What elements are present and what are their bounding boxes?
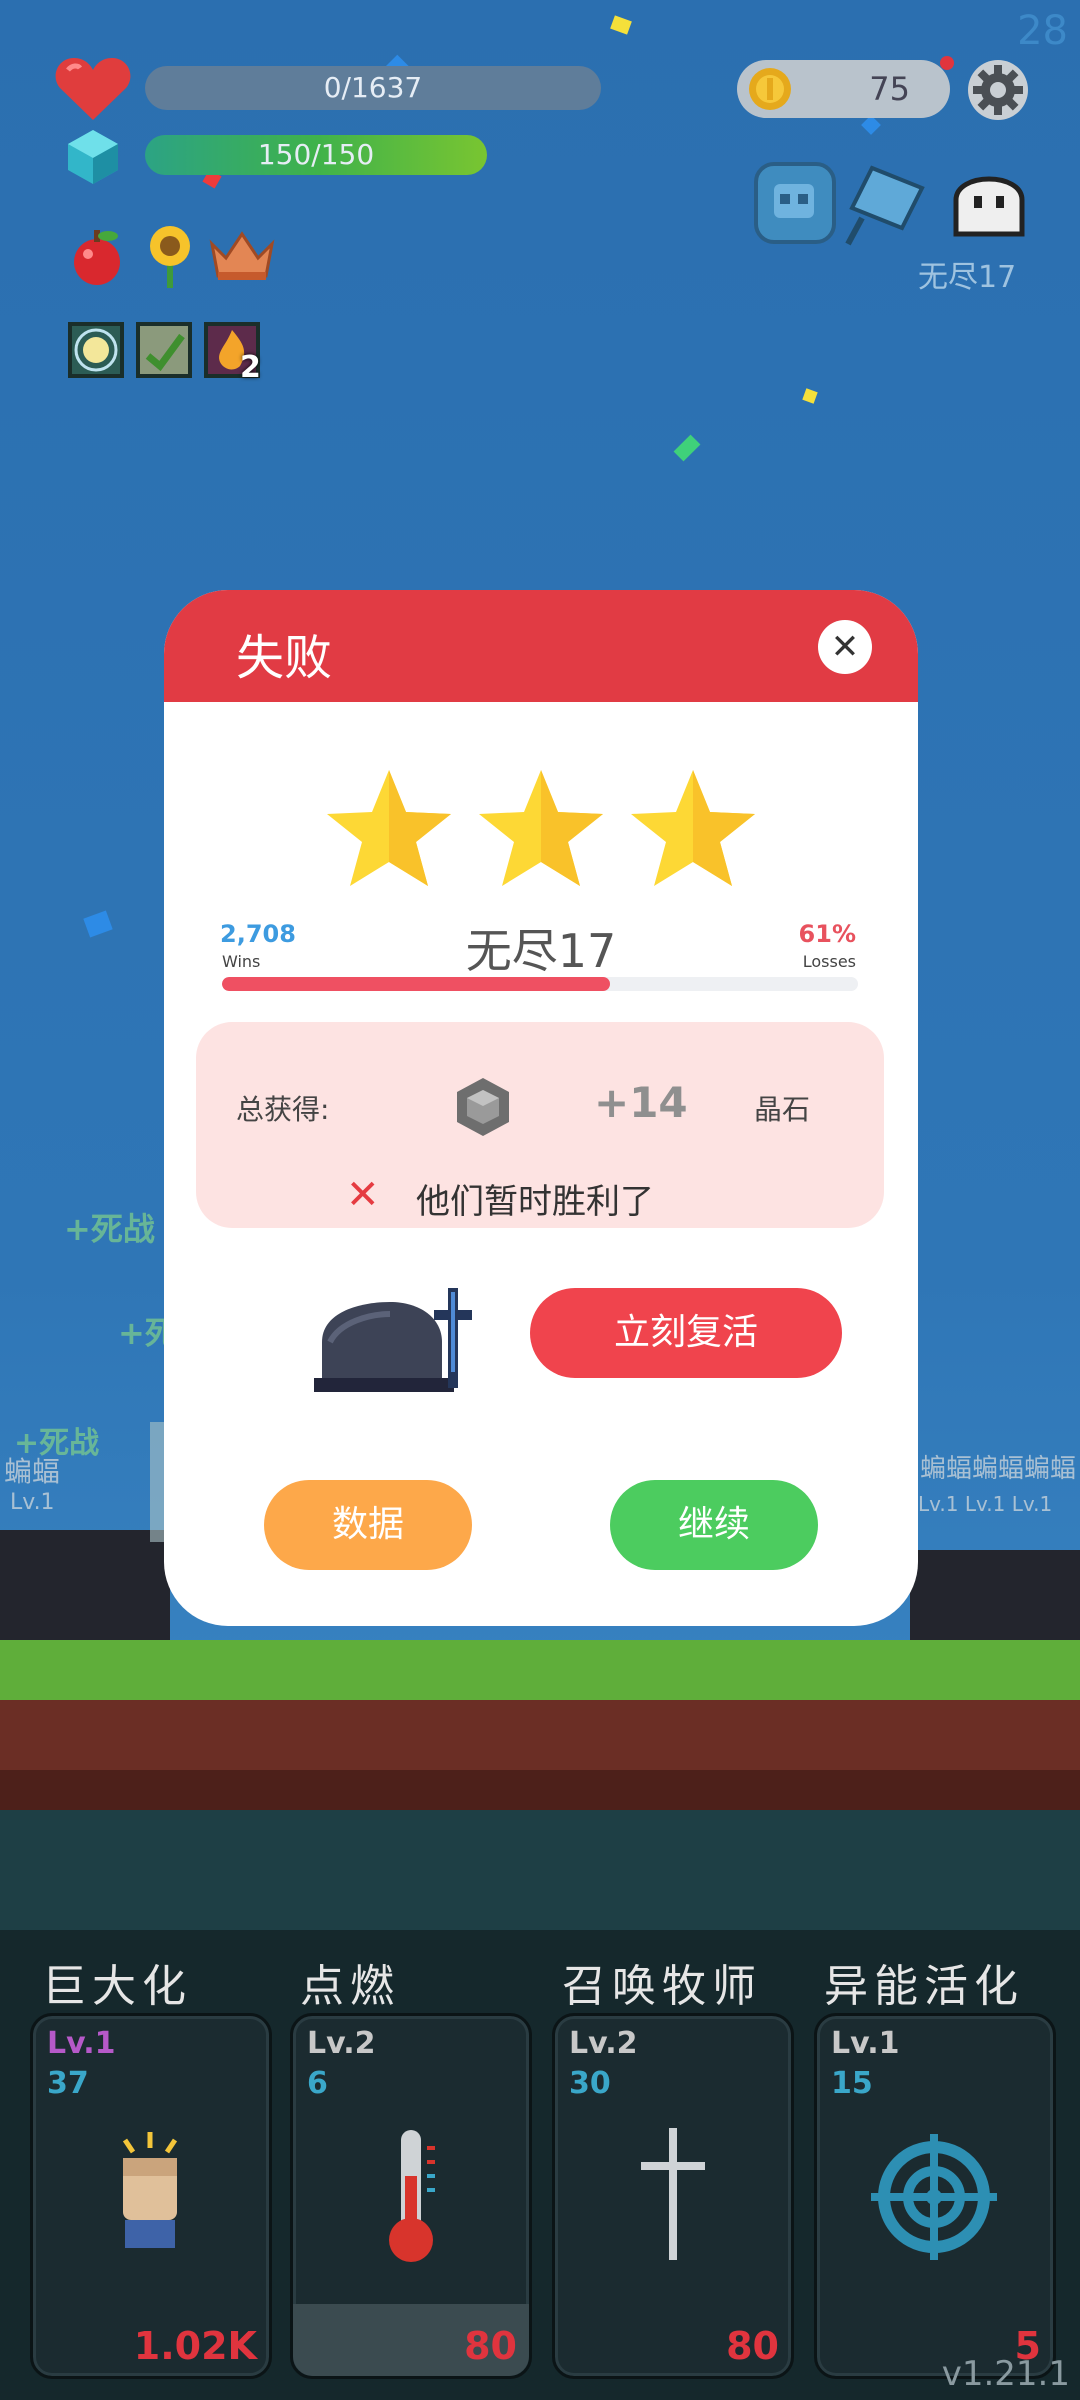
star-icon (327, 770, 451, 886)
losses-label: Losses (802, 952, 856, 971)
reward-amount: +14 (594, 1078, 688, 1127)
cross-icon (641, 2128, 705, 2260)
enemy-label: 蝙蝠蝙蝠蝙蝠 (920, 1454, 1077, 1484)
gear-icon[interactable] (965, 57, 1031, 123)
light-buff-icon (68, 322, 124, 378)
enemy-group-right (910, 1550, 1080, 1640)
dialog-title: 失败 (236, 630, 333, 686)
thermometer-icon (389, 2130, 435, 2262)
leaf-buff-icon (136, 322, 192, 378)
coin-counter: 75 (737, 60, 950, 118)
skill-level: Lv.2 (569, 2026, 638, 2061)
skill-level: Lv.2 (307, 2026, 376, 2061)
defeat-x-icon: ✕ (346, 1172, 380, 1218)
underground-layer (0, 1810, 1080, 1930)
revive-button[interactable]: 立刻复活 (530, 1288, 842, 1378)
crystal-icon (457, 1078, 509, 1136)
health-text: 0/1637 (323, 71, 423, 104)
skill-card-enlarge[interactable]: Lv.1 37 1.02K (30, 2013, 272, 2379)
grass-ground (0, 1640, 1080, 1700)
skill-cost: 80 (726, 2324, 779, 2368)
skill-cost: 80 (464, 2324, 517, 2368)
continue-button[interactable]: 继续 (610, 1480, 818, 1570)
skill-card-ability-activation[interactable]: Lv.1 15 5 (814, 2013, 1056, 2379)
tombstone-icon (314, 1288, 472, 1392)
target-icon (871, 2134, 997, 2260)
star-icon (479, 770, 603, 886)
skill-count: 37 (47, 2066, 89, 2101)
skill-name: 异能活化 (824, 1961, 1024, 2012)
ghost-skull-icon[interactable] (752, 160, 838, 246)
dirt-layer-dark (0, 1770, 1080, 1810)
star-icon (631, 770, 755, 886)
skill-card-summon-priest[interactable]: Lv.2 30 80 (552, 2013, 794, 2379)
skill-cost: 1.02K (133, 2324, 257, 2368)
skill-count: 15 (831, 2066, 873, 2101)
buff-stack-count: 2 (240, 350, 261, 385)
sunflower-icon (150, 226, 190, 288)
skill-name: 巨大化 (42, 1961, 192, 2012)
health-bar: 0/1637 (145, 66, 601, 110)
defeat-dialog: 失败 ✕ 2,708 Wins 无尽17 61% Losses 总获得: +14… (164, 590, 918, 1626)
reward-label: 总获得: (236, 1093, 330, 1126)
coin-icon (749, 68, 791, 110)
ghost-icon[interactable] (950, 160, 1028, 240)
fist-icon (122, 2132, 178, 2248)
skill-name: 点燃 (300, 1961, 400, 2012)
fps-counter: 28 (1017, 8, 1068, 54)
apple-icon (74, 230, 120, 285)
enemy-label: 蝙蝠 (4, 1455, 61, 1488)
enemy-level: Lv.1 (10, 1490, 55, 1515)
stats-button[interactable]: 数据 (264, 1480, 472, 1570)
crown-icon (209, 231, 275, 280)
defeat-message: 他们暂时胜利了 (416, 1182, 654, 1222)
notification-dot (940, 56, 954, 70)
enemy-group-left (0, 1530, 170, 1640)
heart-icon (55, 58, 131, 120)
close-icon: ✕ (830, 627, 860, 667)
skill-name: 召唤牧师 (562, 1961, 762, 2012)
reward-box: 总获得: +14 晶石 ✕ 他们暂时胜利了 (196, 1022, 884, 1228)
stage-label: 无尽17 (918, 260, 1017, 295)
enemy-level: Lv.1 Lv.1 Lv.1 (918, 1492, 1053, 1516)
skill-card-ignite[interactable]: Lv.2 6 80 (290, 2013, 532, 2379)
reward-unit: 晶石 (754, 1093, 811, 1126)
skill-level: Lv.1 (831, 2026, 900, 2061)
floating-text: +死战 (64, 1210, 155, 1248)
skill-count: 6 (307, 2066, 328, 2101)
skill-count: 30 (569, 2066, 611, 2101)
dialog-header: 失败 ✕ (164, 590, 918, 702)
win-loss-bar (222, 977, 858, 991)
coin-amount: 75 (869, 70, 910, 108)
mana-bar: 150/150 (145, 135, 487, 175)
flag-icon[interactable] (842, 158, 932, 248)
mana-text: 150/150 (257, 138, 375, 171)
version-label: v1.21.1 (941, 2354, 1070, 2394)
win-loss-fill (222, 977, 610, 991)
losses-value: 61% (798, 920, 856, 948)
mana-crystal-icon (68, 130, 118, 184)
skill-level: Lv.1 (47, 2026, 116, 2061)
close-button[interactable]: ✕ (818, 620, 872, 674)
